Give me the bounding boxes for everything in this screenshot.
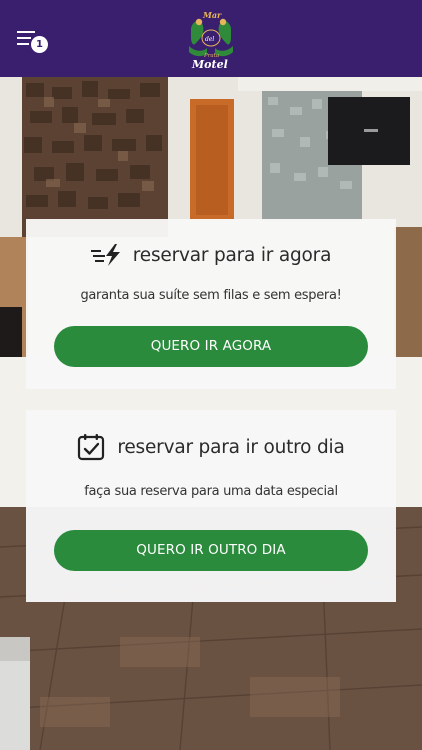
fast-lightning-icon: [90, 244, 120, 266]
reserve-later-button[interactable]: QUERO IR OUTRO DIA: [54, 530, 368, 571]
motel-logo: Mar del Prata Motel: [185, 8, 237, 70]
reserve-now-heading: reservar para ir agora: [26, 241, 396, 269]
reserve-now-title: reservar para ir agora: [132, 244, 332, 266]
reserve-now-button[interactable]: QUERO IR AGORA: [54, 326, 368, 367]
reserve-later-heading: reservar para ir outro dia: [26, 432, 396, 462]
menu-button[interactable]: 1: [17, 30, 51, 54]
reserve-later-subtitle: faça sua reserva para uma data especial: [84, 484, 338, 499]
svg-text:Mar: Mar: [202, 10, 222, 20]
reserve-now-card: reservar para ir agora garanta sua suíte…: [26, 219, 396, 389]
reserve-now-subtitle: garanta sua suíte sem filas e sem espera…: [80, 288, 342, 303]
svg-text:del: del: [205, 36, 214, 43]
reserve-later-card: reservar para ir outro dia faça sua rese…: [26, 410, 396, 602]
app-header: 1 Mar del Prata Motel: [0, 0, 422, 77]
reserve-later-title: reservar para ir outro dia: [117, 436, 345, 458]
calendar-check-icon: [78, 434, 105, 461]
notification-badge: 1: [31, 36, 48, 53]
svg-text:Motel: Motel: [191, 58, 228, 70]
